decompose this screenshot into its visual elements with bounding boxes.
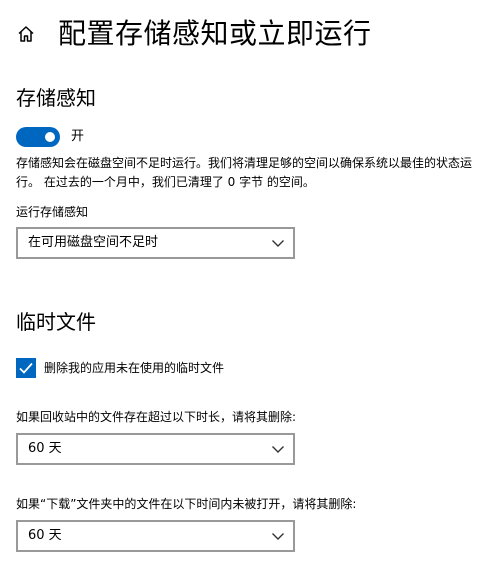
storage-sense-heading: 存储感知 [16, 86, 96, 110]
checkmark-icon [19, 362, 33, 374]
delete-temp-files-label[interactable]: 删除我的应用未在使用的临时文件 [44, 359, 224, 377]
page-title: 配置存储感知或立即运行 [58, 17, 372, 50]
storage-sense-toggle[interactable] [16, 127, 60, 147]
delete-temp-files-checkbox[interactable] [16, 358, 36, 378]
run-storage-sense-label: 运行存储感知 [16, 205, 89, 219]
chevron-down-icon [272, 240, 284, 247]
temp-files-heading: 临时文件 [16, 310, 96, 334]
home-icon [18, 26, 34, 42]
run-storage-sense-dropdown[interactable]: 在可用磁盘空间不足时 [16, 227, 295, 259]
storage-sense-description: 存储感知会在磁盘空间不足时运行。我们将清理足够的空间以确保系统以最佳的状态运行。… [16, 156, 473, 189]
header: 配置存储感知或立即运行 [0, 0, 485, 70]
downloads-dropdown[interactable]: 60 天 [16, 520, 295, 552]
recycle-bin-dropdown[interactable]: 60 天 [16, 433, 295, 465]
downloads-value: 60 天 [28, 528, 62, 543]
downloads-label: 如果“下载”文件夹中的文件在以下时间内未被打开，请将其删除: [16, 497, 357, 511]
recycle-bin-label: 如果回收站中的文件存在超过以下时长，请将其删除: [16, 410, 297, 424]
toggle-knob [45, 132, 55, 142]
toggle-state-label: 开 [71, 129, 85, 144]
chevron-down-icon [272, 446, 284, 453]
home-button[interactable] [14, 22, 38, 46]
recycle-bin-value: 60 天 [28, 441, 62, 456]
run-storage-sense-value: 在可用磁盘空间不足时 [28, 235, 159, 250]
chevron-down-icon [272, 533, 284, 540]
